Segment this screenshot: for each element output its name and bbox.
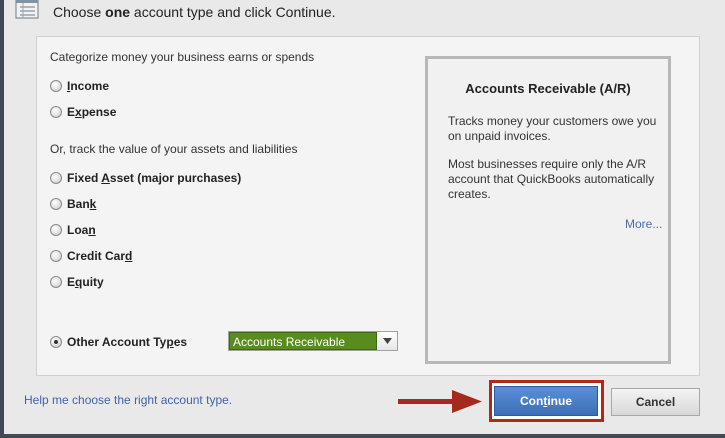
categorize-label: Categorize money your business earns or …: [50, 50, 315, 64]
radio-fixed-asset[interactable]: Fixed Asset (major purchases): [50, 170, 241, 186]
radio-expense-label: Expense: [67, 105, 117, 119]
chevron-down-icon: [382, 338, 392, 344]
radio-fixed-asset-label: Fixed Asset (major purchases): [67, 171, 242, 185]
radio-loan-label: Loan: [67, 223, 96, 237]
radio-loan[interactable]: Loan: [50, 222, 96, 238]
description-title: Accounts Receivable (A/R): [465, 81, 631, 96]
account-list-icon: [14, 0, 40, 20]
track-label: Or, track the value of your assets and l…: [50, 142, 298, 156]
radio-income[interactable]: Income: [50, 78, 109, 94]
description-paragraph-1: Tracks money your customers owe you on u…: [448, 114, 657, 143]
window-bottom-edge: [0, 434, 725, 438]
dialog-header: Choose one account type and click Contin…: [4, 0, 725, 24]
dropdown-selected-value: Accounts Receivable: [229, 332, 377, 350]
radio-credit-card[interactable]: Credit Card: [50, 248, 132, 264]
help-choose-account-link[interactable]: Help me choose the right account type.: [24, 393, 232, 407]
radio-button[interactable]: [50, 250, 62, 262]
radio-other-account-types[interactable]: Other Account Types: [50, 334, 187, 350]
other-account-type-dropdown[interactable]: Accounts Receivable: [228, 331, 398, 351]
radio-button[interactable]: [50, 276, 62, 288]
description-paragraph-2: Most businesses require only the A/R acc…: [448, 157, 655, 201]
radio-equity[interactable]: Equity: [50, 274, 104, 290]
radio-button[interactable]: [50, 198, 62, 210]
radio-button[interactable]: [50, 172, 62, 184]
radio-button[interactable]: [50, 224, 62, 236]
radio-button-selected[interactable]: [50, 336, 62, 348]
arrow-pointer-icon: [398, 390, 482, 413]
radio-credit-card-label: Credit Card: [67, 249, 133, 263]
radio-expense[interactable]: Expense: [50, 104, 116, 120]
more-link[interactable]: More...: [625, 217, 662, 231]
radio-button[interactable]: [50, 80, 62, 92]
cancel-button[interactable]: Cancel: [611, 388, 700, 416]
radio-other-account-types-label: Other Account Types: [67, 335, 188, 349]
account-description-box: Accounts Receivable (A/R) Tracks money y…: [425, 56, 671, 364]
dropdown-arrow-button[interactable]: [377, 332, 397, 350]
radio-bank[interactable]: Bank: [50, 196, 96, 212]
continue-button[interactable]: Con t inue: [494, 386, 598, 416]
window-left-edge: [0, 0, 4, 438]
radio-bank-label: Bank: [67, 197, 97, 211]
radio-income-label: Income: [67, 79, 110, 93]
radio-equity-label: Equity: [67, 275, 104, 289]
instruction-text: Choose one account type and click Contin…: [53, 4, 336, 20]
radio-button[interactable]: [50, 106, 62, 118]
